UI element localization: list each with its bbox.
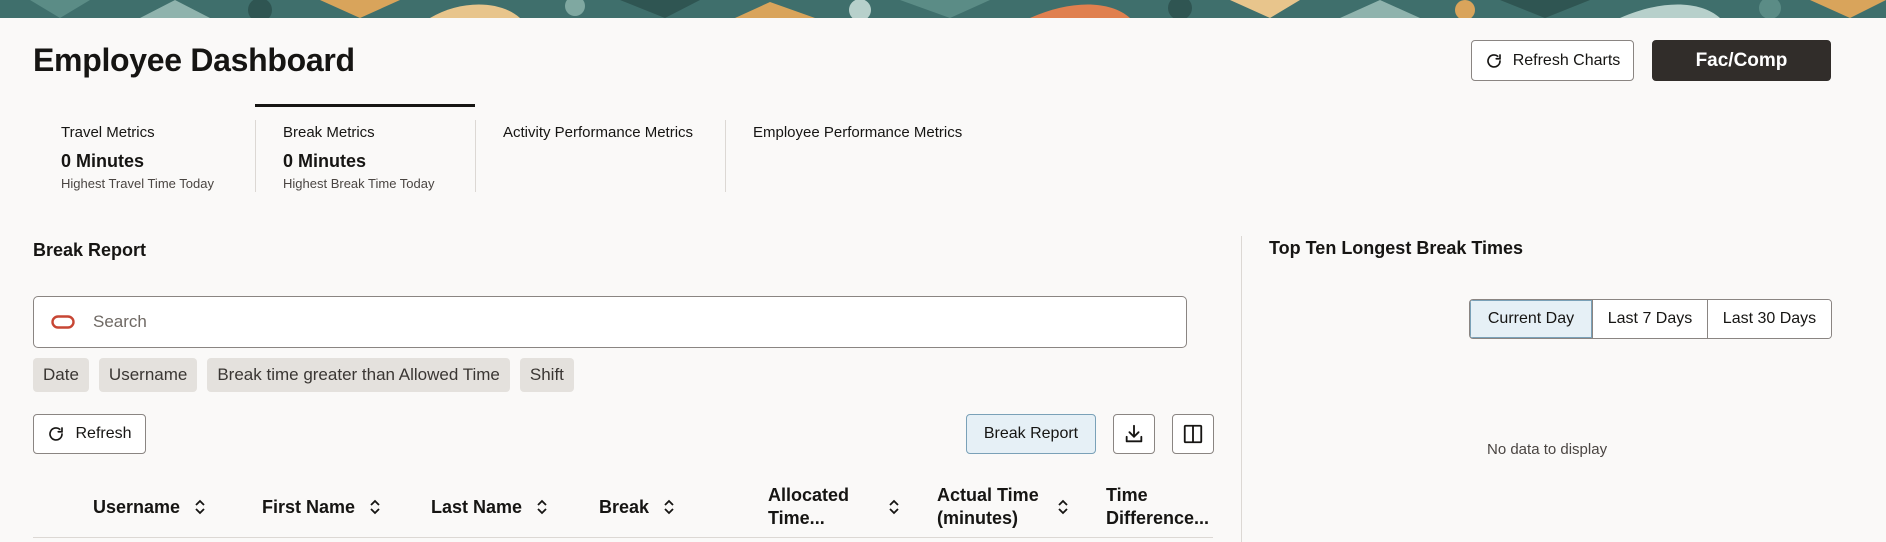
break-report-title: Break Report (33, 240, 147, 260)
sort-icon[interactable] (369, 498, 381, 516)
fac-comp-button[interactable]: Fac/Comp (1652, 40, 1831, 81)
filter-chip-date[interactable]: Date (33, 358, 89, 392)
column-label: Time Difference... (1106, 485, 1210, 528)
filter-chip-shift[interactable]: Shift (519, 358, 574, 392)
break-report-button[interactable]: Break Report (966, 414, 1096, 454)
oracle-search-icon (51, 315, 75, 329)
tab-employee-performance-metrics[interactable]: Employee Performance Metrics (725, 104, 985, 194)
filter-chip-break-time[interactable]: Break time greater than Allowed Time (207, 358, 510, 392)
column-label: Last Name (431, 496, 523, 517)
tab-label: Travel Metrics (61, 124, 155, 141)
download-button[interactable] (1113, 414, 1155, 454)
tab-value: 0 Minutes (283, 151, 367, 171)
column-header-last-name[interactable]: Last Name (431, 478, 548, 536)
date-range-selector: Current Day Last 7 Days Last 30 Days (1469, 299, 1832, 339)
column-header-first-name[interactable]: First Name (262, 478, 381, 536)
sort-icon[interactable] (888, 498, 900, 516)
header-banner (0, 0, 1886, 18)
refresh-icon (49, 427, 64, 441)
column-label: Allocated Time... (768, 485, 850, 528)
column-label: Break (599, 496, 650, 517)
column-header-allocated-time[interactable]: Allocated Time... (768, 478, 900, 536)
refresh-icon (1486, 53, 1501, 68)
column-label: Username (93, 496, 181, 517)
range-last-7-days[interactable]: Last 7 Days (1592, 300, 1707, 338)
tab-label: Activity Performance Metrics (503, 124, 694, 141)
refresh-button[interactable]: Refresh (33, 414, 146, 454)
filter-chip-username[interactable]: Username (98, 358, 198, 392)
sort-icon[interactable] (536, 498, 548, 516)
column-layout-button[interactable] (1172, 414, 1214, 454)
range-last-30-days[interactable]: Last 30 Days (1707, 300, 1831, 338)
search-input[interactable] (93, 312, 1093, 332)
tab-value: 0 Minutes (61, 151, 145, 171)
tab-subtitle: Highest Travel Time Today (61, 176, 214, 191)
sort-icon[interactable] (663, 498, 675, 516)
sort-icon[interactable] (1057, 498, 1069, 516)
column-header-actual-time[interactable]: Actual Time (minutes) (937, 478, 1069, 536)
range-current-day[interactable]: Current Day (1470, 300, 1592, 338)
columns-icon (1183, 424, 1203, 444)
section-divider (1241, 236, 1242, 542)
refresh-label: Refresh (75, 425, 132, 442)
tab-label: Employee Performance Metrics (753, 124, 963, 141)
tab-activity-performance-metrics[interactable]: Activity Performance Metrics (475, 104, 723, 194)
break-report-table-header: Username First Name Last Name Break Allo… (33, 478, 1213, 538)
no-data-message: No data to display (1487, 441, 1608, 458)
column-header-break[interactable]: Break (599, 478, 675, 536)
refresh-charts-button[interactable]: Refresh Charts (1471, 40, 1634, 81)
column-label: Actual Time (minutes) (937, 485, 1039, 528)
tab-travel-metrics[interactable]: Travel Metrics 0 Minutes Highest Travel … (33, 104, 253, 194)
tab-label: Break Metrics (283, 124, 375, 141)
top-ten-title: Top Ten Longest Break Times (1269, 238, 1524, 258)
tab-break-metrics[interactable]: Break Metrics 0 Minutes Highest Break Ti… (255, 104, 475, 194)
tab-subtitle: Highest Break Time Today (283, 176, 435, 191)
column-label: First Name (262, 496, 356, 517)
column-header-time-difference[interactable]: Time Difference... (1106, 478, 1210, 536)
refresh-charts-label: Refresh Charts (1512, 51, 1621, 69)
search-box[interactable] (33, 296, 1187, 348)
filter-chips: Date Username Break time greater than Al… (33, 358, 574, 392)
sort-icon[interactable] (194, 498, 206, 516)
download-icon (1125, 424, 1143, 443)
page-title: Employee Dashboard (33, 42, 355, 78)
column-header-username[interactable]: Username (93, 478, 206, 536)
